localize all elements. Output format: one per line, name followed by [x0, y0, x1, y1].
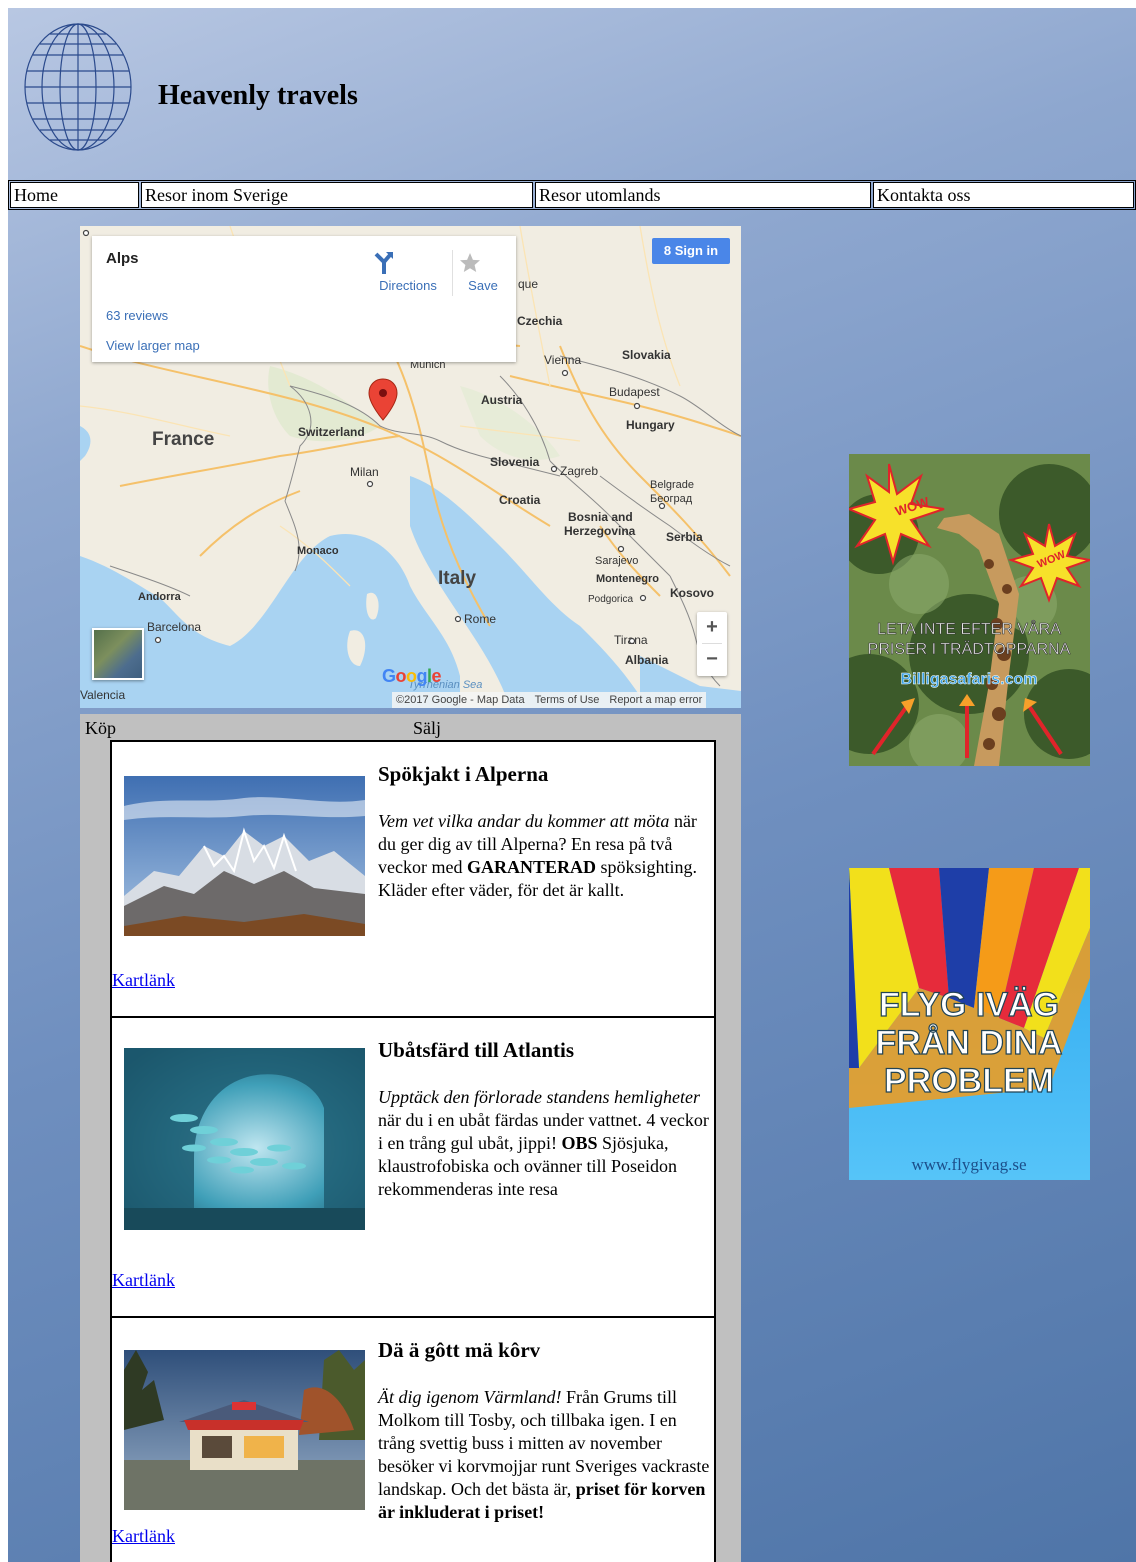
map-link[interactable]: Kartlänk — [112, 1270, 175, 1291]
ad-balloon-line-2: FRÅN DINA — [876, 1024, 1063, 1062]
trip-intro: Vem vet vilka andar du kommer att möta — [378, 811, 670, 831]
terms-of-use-link[interactable]: Terms of Use — [535, 694, 600, 706]
trip-card-korv: Dä ä gôtt mä kôrv Ät dig igenom Värmland… — [110, 1316, 716, 1562]
nav-resor-utomlands[interactable]: Resor utomlands — [535, 182, 871, 208]
google-plus-icon: 8 — [663, 243, 675, 258]
trip-emphasis: OBS — [561, 1133, 598, 1153]
trip-intro: Upptäck den förlorade standens hemlighet… — [378, 1087, 700, 1107]
map-label-belgrade-1: Belgrade — [650, 479, 694, 491]
map-label-bosnia-1: Bosnia and — [568, 510, 633, 524]
nav-resor-inom-sverige[interactable]: Resor inom Sverige — [141, 182, 533, 208]
map-label-slovakia: Slovakia — [622, 348, 671, 362]
trip-card-alps: Spökjakt i Alperna Vem vet vilka andar d… — [110, 740, 716, 1018]
trip-description: Ät dig igenom Värmland! Från Grums till … — [378, 1386, 714, 1524]
map-label-valencia: Valencia — [80, 688, 125, 702]
trip-intro: Ät dig igenom Värmland! — [378, 1387, 562, 1407]
map-label-zagreb: Zagreb — [560, 464, 598, 478]
ad-safari-line-1: LETA INTE EFTER VÅRA — [877, 619, 1061, 638]
map-label-vienna: Vienna — [544, 353, 581, 367]
map-label-belgrade-2: Београд — [650, 493, 693, 505]
nav-kontakta-oss[interactable]: Kontakta oss — [873, 182, 1134, 208]
ad-flygivag[interactable]: FLYG IVÄG FRÅN DINA PROBLEM www.flygivag… — [849, 868, 1090, 1180]
trip-card-atlantis: Ubåtsfärd till Atlantis Upptäck den förl… — [110, 1016, 716, 1318]
map-label-andorra: Andorra — [138, 591, 182, 603]
trip-emphasis: GARANTERAD — [466, 857, 596, 877]
map-label-france: France — [152, 429, 214, 450]
map-label-monaco: Monaco — [297, 545, 339, 557]
directions-button[interactable]: Directions — [372, 250, 444, 306]
map-footer: ©2017 Google - Map Data Terms of Use Rep… — [392, 692, 707, 708]
map-label-budapest: Budapest — [609, 385, 660, 399]
ad-safari-site: Billigasafaris.com — [901, 671, 1038, 688]
map-link[interactable]: Kartlänk — [112, 970, 175, 991]
alps-mountain-image — [124, 776, 365, 936]
trip-title: Dä ä gôtt mä kôrv — [378, 1338, 541, 1362]
map-label-montenegro: Montenegro — [596, 573, 659, 585]
trip-title: Ubåtsfärd till Atlantis — [378, 1038, 575, 1062]
ad-balloon-site: www.flygivag.se — [911, 1155, 1026, 1174]
ad-balloon-line-3: PROBLEM — [884, 1062, 1054, 1100]
report-map-error-link[interactable]: Report a map error — [609, 694, 702, 706]
zoom-control: + − — [697, 612, 727, 676]
map-label-serbia: Serbia — [666, 530, 703, 544]
map-label-slovenia: Slovenia — [490, 455, 540, 469]
trips-panel: Köp Sälj Spökjakt i Alperna Vem vet vilk… — [80, 714, 741, 1562]
map-label-podgorica: Podgorica — [588, 594, 633, 605]
map-label-albania: Albania — [625, 653, 669, 667]
reviews-link[interactable]: 63 reviews — [106, 308, 168, 323]
google-logo: Google — [382, 666, 442, 686]
map-label-que: que — [518, 277, 538, 291]
site-title: Heavenly travels — [158, 80, 358, 111]
map-label-italy: Italy — [438, 568, 476, 589]
korv-kiosk-image — [124, 1350, 365, 1510]
map-copyright: ©2017 Google - Map Data — [396, 694, 525, 706]
google-map[interactable]: France Switzerland Austria Hungary Italy… — [80, 226, 741, 708]
balloon-ad-image: FLYG IVÄG FRÅN DINA PROBLEM www.flygivag… — [849, 868, 1090, 1180]
main-nav: Home Resor inom Sverige Resor utomlands … — [8, 180, 1136, 210]
page-frame-top — [0, 0, 1136, 8]
sign-in-button[interactable]: 8 Sign in — [652, 238, 730, 264]
map-label-milan: Milan — [350, 465, 379, 479]
page-frame-left — [0, 0, 8, 1562]
ad-balloon-line-1: FLYG IVÄG — [879, 986, 1059, 1024]
ad-billigasafaris[interactable]: WOW WOW LETA INTE EFTER VÅRA PRISER I TR… — [849, 454, 1090, 766]
place-name: Alps — [106, 250, 139, 267]
map-label-kosovo: Kosovo — [670, 586, 714, 600]
map-label-hungary: Hungary — [626, 418, 675, 432]
view-larger-map-link[interactable]: View larger map — [106, 338, 200, 353]
map-label-barcelona: Barcelona — [147, 620, 201, 634]
star-icon — [460, 253, 480, 272]
tab-sell[interactable]: Sälj — [413, 718, 441, 739]
map-label-switzerland: Switzerland — [298, 425, 365, 439]
satellite-toggle-thumbnail[interactable] — [92, 628, 144, 680]
map-label-croatia: Croatia — [499, 493, 541, 507]
save-button[interactable]: Save — [458, 250, 508, 306]
trip-description: Upptäck den förlorade standens hemlighet… — [378, 1086, 714, 1201]
map-info-card: Alps Directions Save 63 reviews View lar… — [92, 236, 516, 362]
map-label-sarajevo: Sarajevo — [595, 555, 638, 567]
directions-label: Directions — [379, 278, 437, 293]
map-label-austria: Austria — [481, 393, 523, 407]
map-label-bosnia-2: Herzegovina — [564, 524, 636, 538]
nav-home[interactable]: Home — [10, 182, 139, 208]
directions-icon — [374, 252, 393, 274]
sign-in-label: Sign in — [674, 243, 719, 258]
tab-buy[interactable]: Köp — [85, 718, 116, 739]
card-divider — [452, 250, 453, 296]
zoom-out-button[interactable]: − — [697, 644, 727, 675]
trip-description: Vem vet vilka andar du kommer att möta n… — [378, 810, 714, 902]
atlantis-underwater-image — [124, 1048, 365, 1230]
giraffe-ad-image: WOW WOW LETA INTE EFTER VÅRA PRISER I TR… — [849, 454, 1090, 766]
zoom-in-button[interactable]: + — [697, 612, 727, 643]
map-label-czechia: Czechia — [517, 314, 563, 328]
map-link[interactable]: Kartlänk — [112, 1526, 175, 1547]
globe-logo-icon — [24, 23, 132, 151]
save-label: Save — [468, 278, 498, 293]
trip-title: Spökjakt i Alperna — [378, 762, 549, 786]
ad-safari-line-2: PRISER I TRÄDTOPPARNA — [868, 640, 1071, 658]
map-label-rome: Rome — [464, 612, 496, 626]
